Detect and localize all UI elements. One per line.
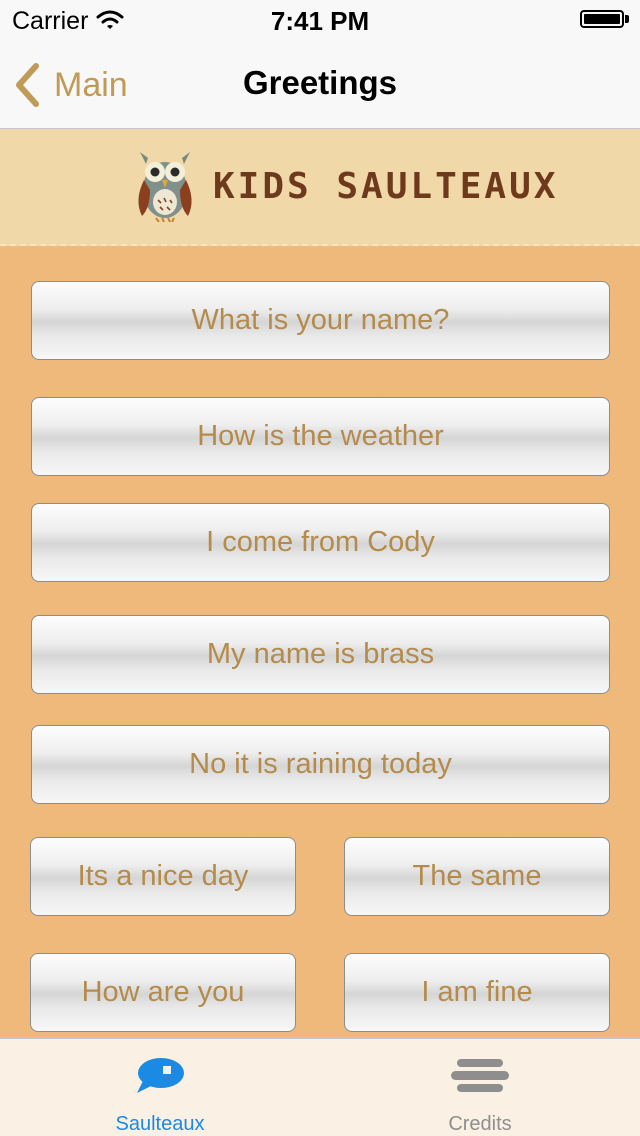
- page-title: Greetings: [242, 64, 398, 101]
- tab-saulteaux[interactable]: Saulteaux: [0, 1039, 320, 1136]
- phrase-button-its-a-nice-day[interactable]: Its a nice day: [30, 837, 296, 916]
- owl-icon: [138, 152, 192, 222]
- tab-credits[interactable]: Credits: [320, 1039, 640, 1136]
- phrase-button-i-am-fine[interactable]: I am fine: [344, 953, 610, 1032]
- app-screen: Carrier 7:41 PM Main Greetings KIDS SAUL…: [0, 0, 640, 1136]
- tab-saulteaux-label: Saulteaux: [115, 1113, 205, 1135]
- phrase-button-what-is-your-name[interactable]: What is your name?: [31, 281, 610, 360]
- stack-icon: [451, 1059, 509, 1092]
- tab-credits-label: Credits: [448, 1113, 512, 1135]
- phrase-button-how-are-you[interactable]: How are you: [30, 953, 296, 1032]
- top-bar: Carrier 7:41 PM Main Greetings: [0, 0, 640, 129]
- phrase-button-i-come-from-cody[interactable]: I come from Cody: [31, 503, 610, 582]
- tab-bar: Saulteaux Credits: [0, 1038, 640, 1136]
- phrase-button-no-it-is-raining-today[interactable]: No it is raining today: [31, 725, 610, 804]
- speech-bubble-icon: [137, 1058, 184, 1093]
- status-time: 7:41 PM: [270, 6, 370, 36]
- battery-icon: [580, 10, 630, 30]
- phrase-button-how-is-the-weather[interactable]: How is the weather: [31, 397, 610, 476]
- banner-logo-text: KIDS SAULTEAUX: [213, 166, 559, 207]
- phrase-button-the-same[interactable]: The same: [344, 837, 610, 916]
- phrase-button-my-name-is-brass[interactable]: My name is brass: [31, 615, 610, 694]
